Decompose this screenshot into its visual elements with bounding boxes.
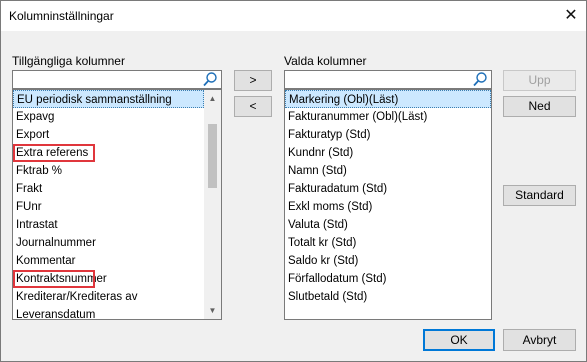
add-column-button[interactable]: > (234, 70, 272, 91)
list-item[interactable]: Frakt (13, 180, 204, 198)
ok-button[interactable]: OK (423, 329, 495, 351)
window-title: Kolumninställningar (9, 9, 114, 23)
standard-button[interactable]: Standard (503, 185, 576, 206)
available-columns-list[interactable]: ▲ ▼ EU periodisk sammanställning Expavg Ex… (12, 89, 222, 320)
search-icon (473, 72, 487, 87)
list-item[interactable]: Fakturatyp (Std) (285, 126, 491, 144)
list-item[interactable]: Totalt kr (Std) (285, 234, 491, 252)
selected-search-input[interactable] (284, 70, 492, 89)
title-bar: Kolumninställningar ✕ (1, 1, 586, 31)
list-item[interactable]: Kundnr (Std) (285, 144, 491, 162)
list-item[interactable]: Valuta (Std) (285, 216, 491, 234)
list-item[interactable]: Intrastat (13, 216, 204, 234)
list-item[interactable]: EU periodisk sammanställning (13, 90, 204, 108)
cancel-button[interactable]: Avbryt (503, 329, 576, 351)
list-item[interactable]: Exkl moms (Std) (285, 198, 491, 216)
available-search-input[interactable] (12, 70, 222, 89)
dialog-window: Kolumninställningar ✕ Tillgängliga kolum… (0, 0, 587, 362)
list-item[interactable]: FUnr (13, 198, 204, 216)
available-list-scrollbar[interactable]: ▲ ▼ (204, 90, 221, 319)
list-item[interactable]: Slutbetald (Std) (285, 288, 491, 306)
scrollbar-thumb[interactable] (208, 124, 217, 188)
list-item[interactable]: Journalnummer (13, 234, 204, 252)
list-item[interactable]: Markering (Obl)(Läst) (285, 90, 491, 108)
highlight-annotation (13, 270, 95, 288)
move-down-button[interactable]: Ned (503, 96, 576, 117)
list-item[interactable]: Fakturadatum (Std) (285, 180, 491, 198)
selected-columns-label: Valda kolumner (284, 54, 367, 68)
list-item[interactable]: Export (13, 126, 204, 144)
move-up-button[interactable]: Upp (503, 70, 576, 91)
list-item[interactable]: Fktrab % (13, 162, 204, 180)
remove-column-button[interactable]: < (234, 96, 272, 117)
list-item[interactable]: Fakturanummer (Obl)(Läst) (285, 108, 491, 126)
highlight-annotation (13, 144, 95, 162)
list-item[interactable]: Namn (Std) (285, 162, 491, 180)
scroll-down-icon[interactable]: ▼ (204, 302, 221, 319)
list-item[interactable]: Krediterar/Krediteras av (13, 288, 204, 306)
scroll-up-icon[interactable]: ▲ (204, 90, 221, 107)
close-icon[interactable]: ✕ (556, 1, 586, 31)
list-item[interactable]: Kommentar (13, 252, 204, 270)
available-columns-label: Tillgängliga kolumner (12, 54, 125, 68)
list-item[interactable]: Förfallodatum (Std) (285, 270, 491, 288)
search-icon (203, 72, 217, 87)
list-item[interactable]: Leveransdatum (13, 306, 204, 319)
list-item[interactable]: Expavg (13, 108, 204, 126)
list-item[interactable]: Saldo kr (Std) (285, 252, 491, 270)
selected-columns-list[interactable]: Markering (Obl)(Läst) Fakturanummer (Obl)… (284, 89, 492, 320)
